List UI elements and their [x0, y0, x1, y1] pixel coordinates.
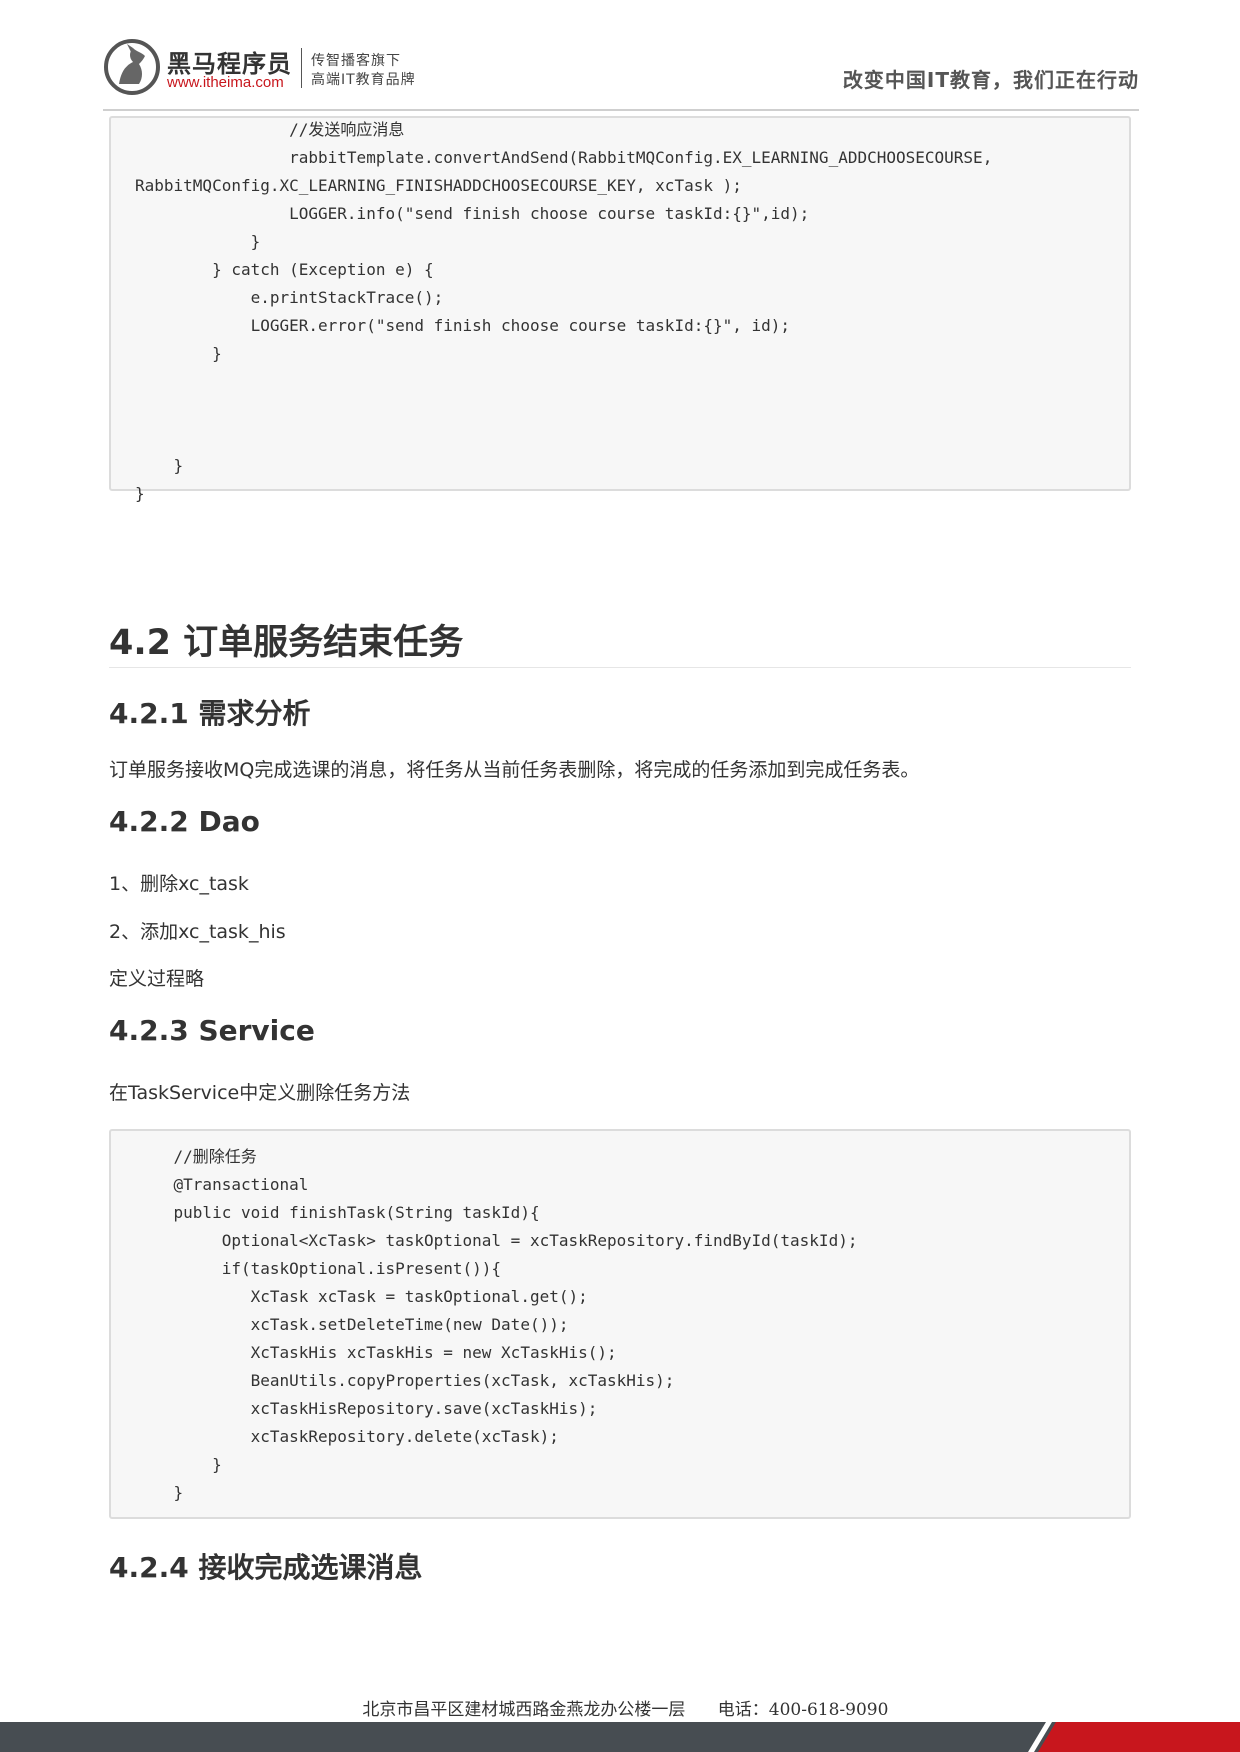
footer-contact: 北京市昌平区建材城西路金燕龙办公楼一层 电话：400-618-9090	[0, 1675, 1240, 1720]
code-line: //发送响应消息	[135, 120, 405, 139]
code-line: //删除任务	[135, 1147, 257, 1166]
section-heading-rule	[109, 667, 1131, 668]
footer-phone: 电话：400-618-9090	[717, 1700, 889, 1720]
code-line: }	[135, 344, 222, 363]
slogan-line-1: 传智播客旗下	[311, 53, 401, 69]
code-line: } catch (Exception e) {	[135, 260, 434, 279]
logo-divider	[301, 48, 302, 88]
horse-logo-icon	[104, 39, 160, 95]
page-header: 黑马程序员 www.itheima.com 传智播客旗下 高端IT教育品牌 改变…	[103, 36, 1139, 110]
header-divider	[103, 109, 1139, 111]
code-line: BeanUtils.copyProperties(xcTask, xcTaskH…	[135, 1371, 675, 1390]
code-line: LOGGER.error("send finish choose course …	[135, 316, 791, 335]
section-heading-4-2: 4.2 订单服务结束任务	[109, 623, 464, 663]
code-line: }	[135, 484, 145, 503]
service-text: 在TaskService中定义删除任务方法	[109, 1082, 411, 1104]
footer-address: 北京市昌平区建材城西路金燕龙办公楼一层	[362, 1700, 686, 1720]
code-line: public void finishTask(String taskId){	[135, 1203, 540, 1222]
code-line: Optional<XcTask> taskOptional = xcTaskRe…	[135, 1231, 858, 1250]
brand-url: www.itheima.com	[167, 74, 284, 91]
code-line: if(taskOptional.isPresent()){	[135, 1259, 502, 1278]
code-line: xcTaskRepository.delete(xcTask);	[135, 1427, 559, 1446]
code-line: XcTaskHis xcTaskHis = new XcTaskHis();	[135, 1343, 617, 1362]
code-block-2: //删除任务 @Transactional public void finish…	[109, 1129, 1131, 1519]
dao-note: 定义过程略	[109, 968, 205, 990]
section-heading-4-2-1: 4.2.1 需求分析	[109, 697, 311, 730]
slogan-line-2: 高端IT教育品牌	[311, 72, 416, 88]
code-line: LOGGER.info("send finish choose course t…	[135, 204, 810, 223]
section-heading-4-2-3: 4.2.3 Service	[109, 1014, 315, 1047]
code-line: xcTask.setDeleteTime(new Date());	[135, 1315, 569, 1334]
dao-item-1: 1、删除xc_task	[109, 873, 249, 895]
code-line: }	[135, 1483, 184, 1502]
code-line: @Transactional	[135, 1175, 309, 1194]
section-heading-4-2-4: 4.2.4 接收完成选课消息	[109, 1551, 423, 1584]
dao-item-2: 2、添加xc_task_his	[109, 921, 286, 943]
code-line: xcTaskHisRepository.save(xcTaskHis);	[135, 1399, 598, 1418]
code-block-1: //发送响应消息 rabbitTemplate.convertAndSend(R…	[109, 116, 1131, 503]
section-heading-4-2-2: 4.2.2 Dao	[109, 805, 260, 838]
code-line: RabbitMQConfig.XC_LEARNING_FINISHADDCHOO…	[135, 176, 742, 195]
code-line: rabbitTemplate.convertAndSend(RabbitMQCo…	[135, 148, 993, 167]
code-line: }	[135, 1455, 222, 1474]
header-motto: 改变中国IT教育，我们正在行动	[842, 68, 1139, 92]
code-line: }	[135, 456, 184, 475]
code-line: e.printStackTrace();	[135, 288, 444, 307]
code-line: }	[135, 232, 261, 251]
code-line: XcTask xcTask = taskOptional.get();	[135, 1287, 588, 1306]
requirement-text: 订单服务接收MQ完成选课的消息，将任务从当前任务表删除，将完成的任务添加到完成任…	[109, 759, 920, 781]
footer-bar	[0, 1722, 1240, 1752]
